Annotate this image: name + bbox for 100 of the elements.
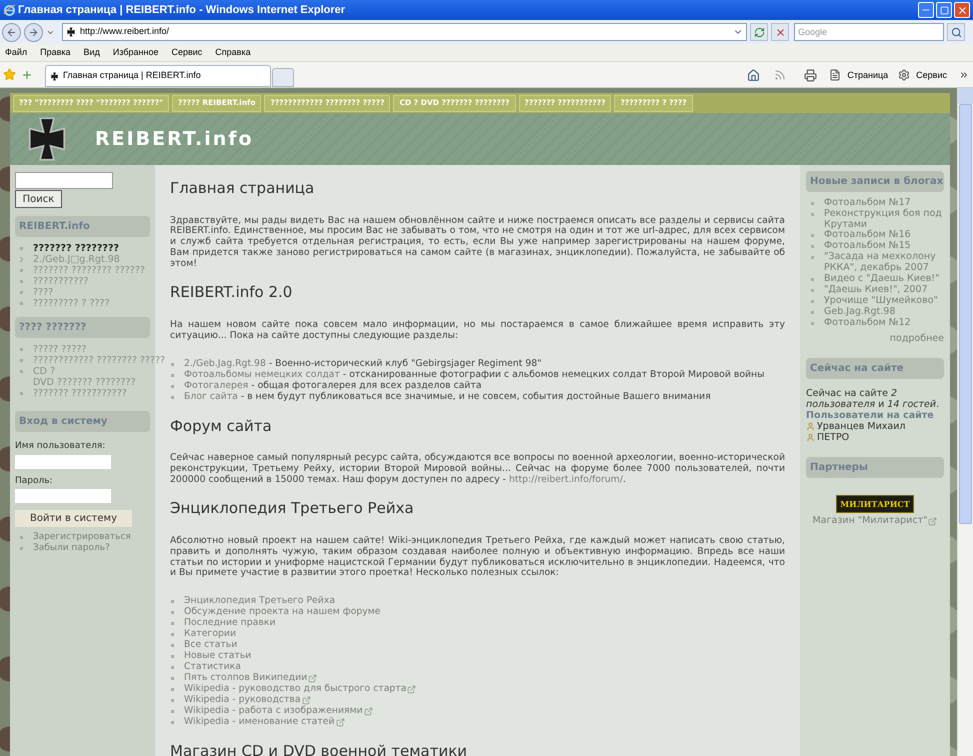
login-button[interactable]: Войти в систему	[15, 510, 132, 527]
home-icon[interactable]	[747, 68, 760, 82]
blog-post-link[interactable]: Урочище "Шумейково"	[824, 296, 938, 307]
section-link[interactable]: Блог сайта	[184, 392, 238, 403]
bullet-icon	[171, 688, 174, 692]
section-link[interactable]: Фотоальбомы немецких солдат	[184, 370, 340, 381]
sidebar-menu-item[interactable]: CD ? DVD ??????? ????????	[33, 366, 136, 388]
wiki-link[interactable]: Wikipedia - руководство для быстрого старта	[184, 684, 406, 695]
external-link-icon	[928, 516, 938, 526]
maximize-button[interactable]	[936, 2, 952, 18]
site-search-field[interactable]	[15, 172, 113, 189]
blog-post-link[interactable]: Видео с "Даешь Киев!"	[824, 274, 940, 285]
add-favorite-icon[interactable]	[21, 69, 33, 81]
scrollbar[interactable]	[957, 88, 973, 756]
password-field[interactable]	[15, 489, 111, 503]
sidebar-menu-item[interactable]: ???????????? ???????? ?????	[33, 355, 166, 366]
address-field[interactable]: http://www.reibert.info/	[62, 23, 747, 41]
site-favicon	[66, 27, 76, 37]
username-field[interactable]	[15, 454, 111, 468]
refresh-button[interactable]	[750, 23, 768, 41]
wiki-link[interactable]: Wikipedia - руководства	[184, 695, 301, 706]
block-title: REIBERT.info	[15, 216, 150, 237]
menu-item[interactable]: Сервис	[171, 46, 202, 60]
block-title: Новые записи в блогах	[806, 171, 944, 192]
sidebar-menu-item[interactable]: ??????? ????????	[33, 243, 119, 254]
blog-post-link[interactable]: Фотоальбом №17	[824, 198, 911, 209]
login-link[interactable]: Забыли пароль?	[33, 543, 110, 554]
menu-item[interactable]: Вид	[84, 46, 100, 60]
stop-button[interactable]	[771, 23, 789, 41]
blog-post-link[interactable]: "Даешь Киев!", 2007	[824, 284, 928, 296]
wiki-link[interactable]: Все статьи	[184, 640, 238, 651]
wiki-link[interactable]: Новые статьи	[184, 651, 252, 662]
blog-post-link[interactable]: Фотоальбом №16	[824, 230, 911, 242]
partner-link[interactable]: Магазин "Милитарист"	[812, 514, 928, 528]
page-menu[interactable]: Страница	[847, 68, 888, 82]
menu-item[interactable]: Файл	[5, 46, 28, 60]
settings-icon[interactable]	[898, 69, 910, 82]
sidebar-menu-item[interactable]: 2./Geb.J□g.Rgt.98	[33, 254, 120, 265]
tab-title: Главная страница | REIBERT.info	[63, 69, 201, 82]
wiki-link[interactable]: Энциклопедия Третьего Рейха	[184, 596, 336, 607]
blog-post-link[interactable]: Фотоальбом №15	[824, 241, 911, 252]
sidebar-menu-item[interactable]: ????? ?????	[33, 344, 86, 355]
blog-post-link[interactable]: Geb.Jag.Rgt.98	[824, 306, 896, 318]
sidebar-menu-item[interactable]: ??????? ???????? ??????	[33, 265, 145, 276]
online-summary: Сейчас на сайте 2 пользователя и 14 гостей.	[806, 388, 940, 410]
wiki-link[interactable]: Обсуждение проекта на нашем форуме	[184, 607, 381, 618]
minimize-button[interactable]	[918, 2, 934, 18]
bullet-icon	[811, 234, 814, 238]
online-users-title: Пользователи на сайте	[806, 410, 935, 422]
search-field[interactable]: Google	[794, 23, 944, 41]
search-icon	[950, 26, 962, 38]
refresh-icon	[754, 26, 764, 38]
bullet-icon	[171, 655, 174, 658]
blog-post-link[interactable]: Фотоальбом №12	[824, 318, 911, 329]
user-icon	[806, 422, 815, 432]
back-button[interactable]	[2, 22, 21, 42]
online-user-link[interactable]: Урванцев Михаил	[817, 421, 906, 432]
favorites-star-icon[interactable]	[3, 68, 16, 81]
sidebar-menu-item[interactable]: ????	[33, 287, 54, 298]
site-search-button[interactable]: Поиск	[15, 190, 62, 208]
menu-item[interactable]: Правка	[40, 46, 71, 60]
bullet-icon	[811, 256, 814, 260]
bullet-icon	[171, 633, 174, 636]
search-button[interactable]	[947, 23, 965, 41]
wiki-link[interactable]: Wikipedia - работа с изображениями	[184, 706, 363, 717]
wiki-link[interactable]: Пять столпов Википедии	[184, 673, 308, 684]
section-heading: REIBERT.info 2.0	[170, 282, 294, 304]
sidebar-menu-item[interactable]: ????????? ? ????	[33, 298, 110, 309]
blog-post-link[interactable]: Реконструкция боя под Крутами	[824, 209, 944, 230]
text-link[interactable]: http://reibert.info/forum/	[508, 474, 623, 485]
menu-item[interactable]: Справка	[215, 46, 251, 60]
paragraph: На нашем новом сайте пока совсем мало информации, но мы постараемся в самое ближайшее время исправить эту ситуацию... Пока на сайте доступны следующие разделы:	[170, 320, 785, 342]
online-user-link[interactable]: ПЕТРО	[817, 432, 850, 444]
more-icon[interactable]	[959, 70, 969, 80]
section-link[interactable]: 2./Geb.Jag.Rgt.98	[184, 358, 266, 370]
wiki-link[interactable]: Последние правки	[184, 618, 276, 629]
wiki-link[interactable]: Wikipedia - именование статей	[184, 717, 335, 728]
print-icon[interactable]	[804, 68, 818, 82]
bullet-icon	[20, 302, 23, 305]
menu-item[interactable]: Избранное	[112, 46, 158, 60]
login-link[interactable]: Зарегистрироваться	[33, 532, 131, 543]
more-link[interactable]: подробнее	[890, 332, 944, 346]
partner-logo[interactable]: МИЛИТАРИСТ	[836, 495, 914, 514]
block-title: Партнеры	[806, 457, 944, 478]
bullet-icon	[20, 280, 23, 283]
sidebar-menu-item[interactable]: ???????????	[33, 276, 88, 287]
section-link[interactable]: Фотогалерея	[184, 380, 248, 392]
tools-menu[interactable]: Сервис	[916, 68, 947, 82]
section-heading: Энциклопедия Третьего Рейха	[170, 498, 415, 520]
feeds-icon[interactable]	[774, 69, 786, 82]
browser-tab[interactable]: Главная страница | REIBERT.info	[45, 65, 271, 87]
wiki-link[interactable]: Категории	[184, 629, 236, 640]
forward-arrow-icon	[28, 26, 39, 38]
close-button[interactable]	[954, 2, 970, 18]
blog-post-link[interactable]: "Засада на мехколону РККА", декабрь 2007	[824, 252, 944, 274]
wiki-link[interactable]: Статистика	[184, 662, 241, 673]
page-icon[interactable]	[829, 69, 842, 82]
forward-button[interactable]	[24, 22, 43, 42]
bullet-icon	[171, 384, 174, 388]
sidebar-menu-item[interactable]: ??????? ???????????	[33, 388, 127, 399]
